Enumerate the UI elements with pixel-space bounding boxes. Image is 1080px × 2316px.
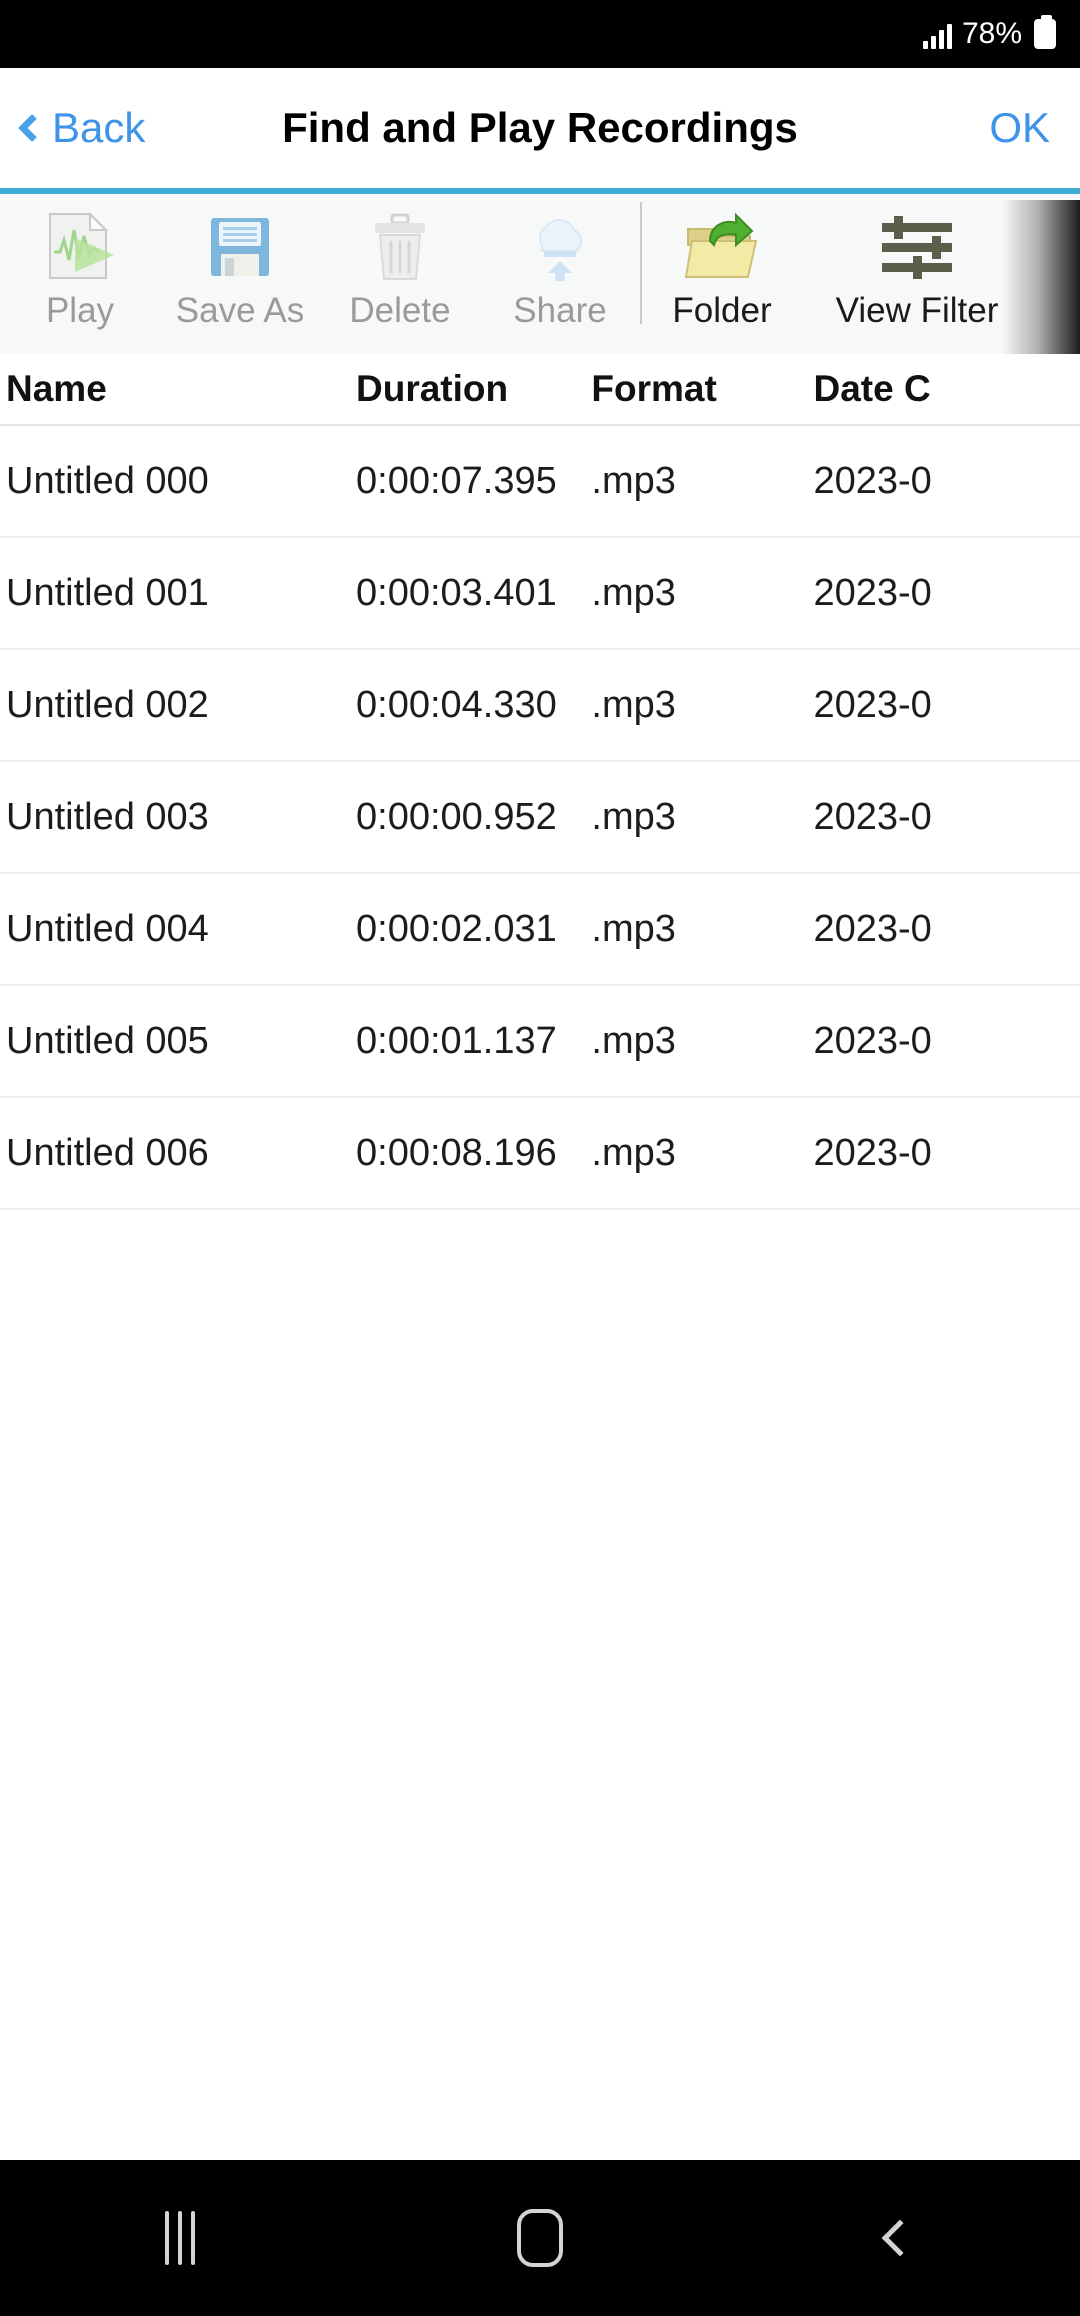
cell-date: 2023-0 xyxy=(813,1131,932,1174)
column-header-format[interactable]: Format xyxy=(591,368,813,410)
cell-duration: 0:00:03.401 xyxy=(356,571,557,614)
cell-name: Untitled 005 xyxy=(6,1019,209,1062)
column-header-name[interactable]: Name xyxy=(0,368,356,410)
home-button[interactable] xyxy=(465,2188,615,2288)
cell-name: Untitled 002 xyxy=(6,683,209,726)
cell-format: .mp3 xyxy=(591,907,676,950)
cell-date: 2023-0 xyxy=(813,459,932,502)
toolbar-label-view-filter: View Filter xyxy=(835,291,999,330)
cell-name: Untitled 006 xyxy=(6,1131,209,1174)
signal-bars-icon xyxy=(922,23,952,49)
sliders-icon xyxy=(875,208,959,286)
cell-duration: 0:00:07.395 xyxy=(356,459,557,502)
table-row[interactable]: Untitled 003 0:00:00.952 .mp3 2023-0 xyxy=(0,762,1080,874)
trash-can-icon xyxy=(358,208,442,286)
cell-name: Untitled 001 xyxy=(6,571,209,614)
toolbar-items: Play Save As Delete Share Folder View Fi… xyxy=(0,194,1080,354)
cloud-upload-icon xyxy=(518,208,602,286)
cell-date: 2023-0 xyxy=(813,571,932,614)
toolbar-button-folder[interactable]: Folder xyxy=(642,194,802,354)
toolbar-label-save-as: Save As xyxy=(175,291,305,330)
play-document-icon xyxy=(38,208,122,286)
cell-duration: 0:00:00.952 xyxy=(356,795,557,838)
table-row[interactable]: Untitled 001 0:00:03.401 .mp3 2023-0 xyxy=(0,538,1080,650)
recents-icon xyxy=(165,2211,195,2265)
cell-format: .mp3 xyxy=(591,1019,676,1062)
status-bar-right: 78% xyxy=(922,15,1056,50)
toolbar-button-save-as[interactable]: Save As xyxy=(160,194,320,354)
cell-format: .mp3 xyxy=(591,683,676,726)
recordings-table[interactable]: Name Duration Format Date C Untitled 000… xyxy=(0,354,1080,2162)
table-row[interactable]: Untitled 005 0:00:01.137 .mp3 2023-0 xyxy=(0,986,1080,1098)
toolbar-label-folder: Folder xyxy=(672,291,772,330)
ok-button[interactable]: OK xyxy=(989,104,1080,152)
cell-date: 2023-0 xyxy=(813,795,932,838)
table-row[interactable]: Untitled 004 0:00:02.031 .mp3 2023-0 xyxy=(0,874,1080,986)
cell-name: Untitled 000 xyxy=(6,459,209,502)
system-navigation-bar xyxy=(0,2160,1080,2316)
nav-header: Back Find and Play Recordings OK xyxy=(0,68,1080,188)
back-chevron-icon xyxy=(881,2219,919,2257)
toolbar-button-view-filter[interactable]: View Filter xyxy=(802,194,1032,354)
cell-format: .mp3 xyxy=(591,1131,676,1174)
chevron-left-icon xyxy=(17,113,47,143)
column-header-duration[interactable]: Duration xyxy=(356,368,591,410)
table-row[interactable]: Untitled 000 0:00:07.395 .mp3 2023-0 xyxy=(0,426,1080,538)
cell-format: .mp3 xyxy=(591,459,676,502)
system-back-button[interactable] xyxy=(825,2188,975,2288)
toolbar-label-play: Play xyxy=(45,291,115,330)
table-header-row: Name Duration Format Date C xyxy=(0,354,1080,426)
page-title: Find and Play Recordings xyxy=(282,104,798,151)
cell-duration: 0:00:04.330 xyxy=(356,683,557,726)
cell-date: 2023-0 xyxy=(813,1019,932,1062)
battery-icon xyxy=(1034,15,1056,49)
cell-date: 2023-0 xyxy=(813,683,932,726)
open-folder-icon xyxy=(680,208,764,286)
phone-screen: 78% Back Find and Play Recordings OK Pla… xyxy=(0,0,1080,2316)
cell-name: Untitled 003 xyxy=(6,795,209,838)
toolbar-button-play[interactable]: Play xyxy=(0,194,160,354)
recents-button[interactable] xyxy=(105,2188,255,2288)
table-row[interactable]: Untitled 002 0:00:04.330 .mp3 2023-0 xyxy=(0,650,1080,762)
floppy-disk-icon xyxy=(198,208,282,286)
cell-duration: 0:00:08.196 xyxy=(356,1131,557,1174)
toolbar-label-share: Share xyxy=(513,291,607,330)
toolbar-button-share[interactable]: Share xyxy=(480,194,640,354)
column-header-date[interactable]: Date C xyxy=(813,368,1080,410)
table-row[interactable]: Untitled 006 0:00:08.196 .mp3 2023-0 xyxy=(0,1098,1080,1210)
toolbar-label-delete: Delete xyxy=(349,291,451,330)
cell-format: .mp3 xyxy=(591,795,676,838)
back-button[interactable]: Back xyxy=(0,107,145,149)
battery-percent-label: 78% xyxy=(961,17,1022,50)
cell-duration: 0:00:01.137 xyxy=(356,1019,557,1062)
cell-format: .mp3 xyxy=(591,571,676,614)
cell-duration: 0:00:02.031 xyxy=(356,907,557,950)
toolbar-button-delete[interactable]: Delete xyxy=(320,194,480,354)
home-icon xyxy=(517,2209,563,2267)
back-button-label: Back xyxy=(52,104,146,151)
action-toolbar[interactable]: Play Save As Delete Share Folder View Fi… xyxy=(0,188,1080,354)
cell-date: 2023-0 xyxy=(813,907,932,950)
status-bar: 78% xyxy=(0,0,1080,68)
cell-name: Untitled 004 xyxy=(6,907,209,950)
